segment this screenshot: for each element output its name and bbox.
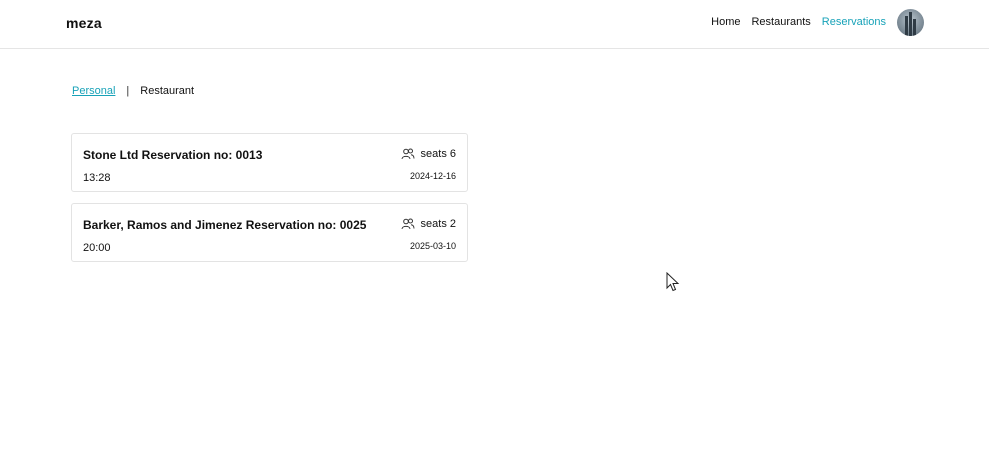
navbar: meza Home Restaurants Reservations (0, 0, 989, 49)
reservation-seats: seats 6 (401, 148, 456, 160)
avatar[interactable] (897, 8, 924, 36)
nav-restaurants[interactable]: Restaurants (751, 16, 810, 28)
tab-separator: | (126, 85, 130, 97)
reservation-date: 2025-03-10 (409, 241, 456, 251)
nav-links: Home Restaurants Reservations (700, 8, 924, 36)
users-icon (401, 148, 415, 160)
tab-personal[interactable]: Personal (72, 85, 115, 97)
reservation-time: 13:28 (83, 172, 111, 184)
reservation-title: Barker, Ramos and Jimenez Reservation no… (83, 218, 367, 232)
avatar-building-shape (905, 15, 908, 36)
reservation-tabs: Personal | Restaurant (72, 85, 194, 97)
seats-label: seats 2 (420, 218, 456, 230)
avatar-building-shape (913, 18, 916, 36)
mouse-cursor-icon (666, 272, 680, 292)
avatar-building-shape (909, 11, 912, 36)
reservation-date: 2024-12-16 (409, 171, 456, 181)
reservation-time: 20:00 (83, 242, 111, 254)
users-icon (401, 218, 415, 230)
reservation-card[interactable]: Barker, Ramos and Jimenez Reservation no… (71, 203, 468, 262)
reservation-card[interactable]: Stone Ltd Reservation no: 0013 seats 6 1… (71, 133, 468, 192)
tab-restaurant[interactable]: Restaurant (140, 85, 194, 97)
reservation-seats: seats 2 (401, 218, 456, 230)
reservation-title: Stone Ltd Reservation no: 0013 (83, 148, 263, 162)
brand-logo[interactable]: meza (66, 15, 102, 31)
seats-label: seats 6 (420, 148, 456, 160)
nav-reservations[interactable]: Reservations (822, 16, 886, 28)
nav-home[interactable]: Home (711, 16, 740, 28)
